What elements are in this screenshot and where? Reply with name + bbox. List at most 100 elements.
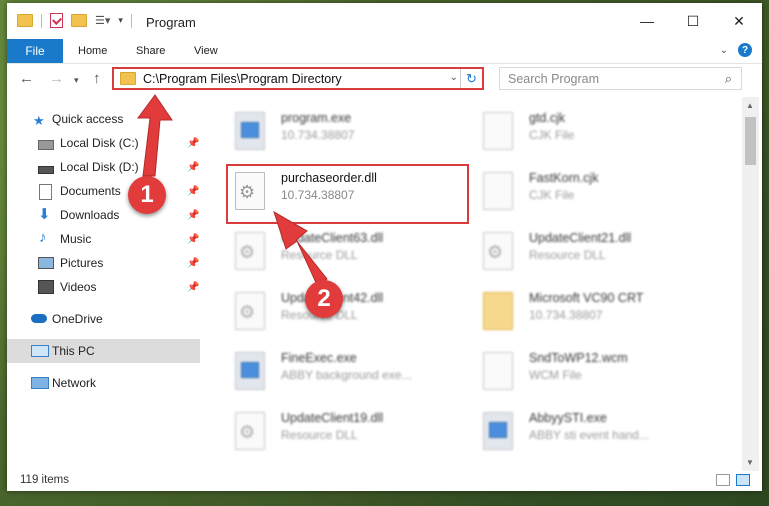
close-button[interactable]: ✕ (716, 3, 762, 39)
file-detail: Resource DLL (281, 428, 358, 442)
exe-file-icon (235, 352, 265, 390)
pc-icon (31, 345, 49, 357)
dll-file-icon (235, 412, 265, 450)
chevron-down-icon[interactable]: ▾ (118, 15, 123, 26)
sidebar-item-label: OneDrive (52, 312, 103, 326)
customize-icon[interactable]: ☰▾ (95, 14, 110, 27)
pin-icon: 📌 (187, 185, 200, 197)
status-bar: 119 items (7, 469, 762, 491)
exe-file-icon (235, 112, 265, 150)
file-item[interactable]: Microsoft VC90 CRT 10.734.38807 (455, 283, 691, 335)
dll-file-icon (235, 172, 265, 210)
file-item[interactable]: UpdateClient21.dll Resource DLL (455, 223, 691, 275)
pin-icon: 📌 (187, 257, 200, 269)
star-icon: ★ (33, 112, 45, 128)
file-name: SndToWP12.wcm (529, 351, 628, 365)
window-title: Program (146, 15, 196, 30)
file-detail: CJK File (529, 188, 575, 202)
maximize-button[interactable]: ☐ (670, 3, 716, 39)
file-item[interactable]: AbbyySTI.exe ABBY sti event hand... (455, 403, 691, 455)
tab-share[interactable]: Share (136, 45, 165, 57)
file-detail: 10.734.38807 (281, 128, 355, 142)
sidebar-item-videos[interactable]: Videos 📌 (7, 275, 200, 299)
file-name: UpdateClient21.dll (529, 231, 632, 245)
back-icon[interactable]: ← (19, 70, 34, 87)
file-item[interactable]: SndToWP12.wcm WCM File (455, 343, 691, 395)
file-item[interactable]: FineExec.exe ABBY background exe... (207, 343, 443, 395)
sidebar-item-local-disk-d[interactable]: Local Disk (D:) 📌 (7, 155, 200, 179)
network-icon (31, 377, 49, 389)
file-name: AbbyySTI.exe (529, 411, 607, 425)
file-item[interactable]: UpdateClient63.dll Resource DLL (207, 223, 443, 275)
file-detail: Resource DLL (281, 248, 358, 262)
file-name: program.exe (281, 111, 352, 125)
sidebar-item-onedrive[interactable]: OneDrive (7, 307, 200, 331)
sidebar-item-label: This PC (52, 344, 95, 358)
sidebar-item-this-pc[interactable]: This PC (7, 339, 200, 363)
recent-locations-icon[interactable]: ▾ (74, 75, 79, 86)
sidebar-item-music[interactable]: ♪ Music 📌 (7, 227, 200, 251)
sidebar-item-label: Quick access (52, 112, 124, 126)
file-detail: Resource DLL (529, 248, 606, 262)
file-icon (483, 352, 513, 390)
file-item-purchaseorder[interactable]: purchaseorder.dll 10.734.38807 (207, 163, 443, 215)
sidebar-item-quick-access[interactable]: ★ Quick access (7, 107, 200, 131)
new-folder-icon[interactable] (71, 14, 87, 27)
videos-icon (38, 280, 54, 294)
tab-home[interactable]: Home (78, 45, 107, 57)
file-detail: ABBY sti event hand... (529, 428, 649, 442)
tab-view[interactable]: View (194, 45, 218, 57)
toolbar-divider (41, 13, 42, 28)
sidebar-item-pictures[interactable]: Pictures 📌 (7, 251, 200, 275)
folder-file-icon (483, 292, 513, 330)
refresh-icon[interactable]: ↻ (460, 69, 482, 88)
pictures-icon (38, 257, 54, 269)
minimize-button[interactable]: — (624, 3, 670, 39)
vertical-scrollbar[interactable]: ▲ ▼ (742, 97, 759, 471)
downloads-icon: ⬇ (38, 206, 51, 223)
scroll-down-icon[interactable]: ▼ (746, 458, 754, 467)
tab-file[interactable]: File (7, 39, 63, 63)
dll-file-icon (235, 292, 265, 330)
exe-file-icon (483, 412, 513, 450)
file-item[interactable]: program.exe 10.734.38807 (207, 103, 443, 155)
file-name: FastKorn.cjk (529, 171, 599, 185)
title-bar: ☰▾ ▾ Program — ☐ ✕ (7, 3, 762, 39)
sidebar-item-label: Documents (60, 184, 121, 198)
sidebar-item-local-disk-c[interactable]: Local Disk (C:) 📌 (7, 131, 200, 155)
forward-icon[interactable]: → (49, 70, 64, 87)
expand-ribbon-icon[interactable]: ⌄ (720, 45, 728, 56)
scroll-up-icon[interactable]: ▲ (746, 101, 754, 110)
folder-icon (17, 14, 33, 27)
dll-file-icon (235, 232, 265, 270)
file-detail: 10.734.38807 (529, 308, 603, 322)
file-name: gtd.cjk (529, 111, 566, 125)
file-name: FineExec.exe (281, 351, 357, 365)
search-icon[interactable]: ⌕ (725, 71, 732, 87)
file-item[interactable]: FastKorn.cjk CJK File (455, 163, 691, 215)
properties-icon[interactable] (50, 13, 63, 28)
dll-file-icon (483, 232, 513, 270)
sidebar-item-label: Music (60, 232, 92, 246)
address-path[interactable]: C:\Program Files\Program Directory (143, 72, 342, 86)
file-detail: 10.734.38807 (281, 188, 355, 202)
up-icon[interactable]: ↑ (93, 70, 101, 87)
pin-icon: 📌 (187, 233, 200, 245)
address-bar[interactable]: C:\Program Files\Program Directory ⌄ ↻ (112, 67, 484, 90)
sidebar-item-downloads[interactable]: ⬇ Downloads 📌 (7, 203, 200, 227)
file-icon (483, 112, 513, 150)
help-icon[interactable]: ? (738, 43, 752, 57)
file-list: program.exe 10.734.38807 gtd.cjk CJK Fil… (207, 101, 742, 471)
scroll-thumb[interactable] (745, 117, 756, 165)
details-view-icon[interactable] (716, 474, 730, 486)
documents-icon (39, 184, 52, 200)
sidebar-item-network[interactable]: Network (7, 371, 200, 395)
file-item[interactable]: UpdateClient19.dll Resource DLL (207, 403, 443, 455)
tiles-view-icon[interactable] (736, 474, 750, 486)
sidebar-item-documents[interactable]: Documents 📌 (7, 179, 200, 203)
sidebar-item-label: Network (52, 376, 97, 390)
chevron-down-icon[interactable]: ⌄ (450, 72, 458, 83)
search-input[interactable]: Search Program ⌕ (499, 67, 742, 90)
sidebar-item-label: Local Disk (C:) (60, 136, 139, 150)
file-item[interactable]: gtd.cjk CJK File (455, 103, 691, 155)
